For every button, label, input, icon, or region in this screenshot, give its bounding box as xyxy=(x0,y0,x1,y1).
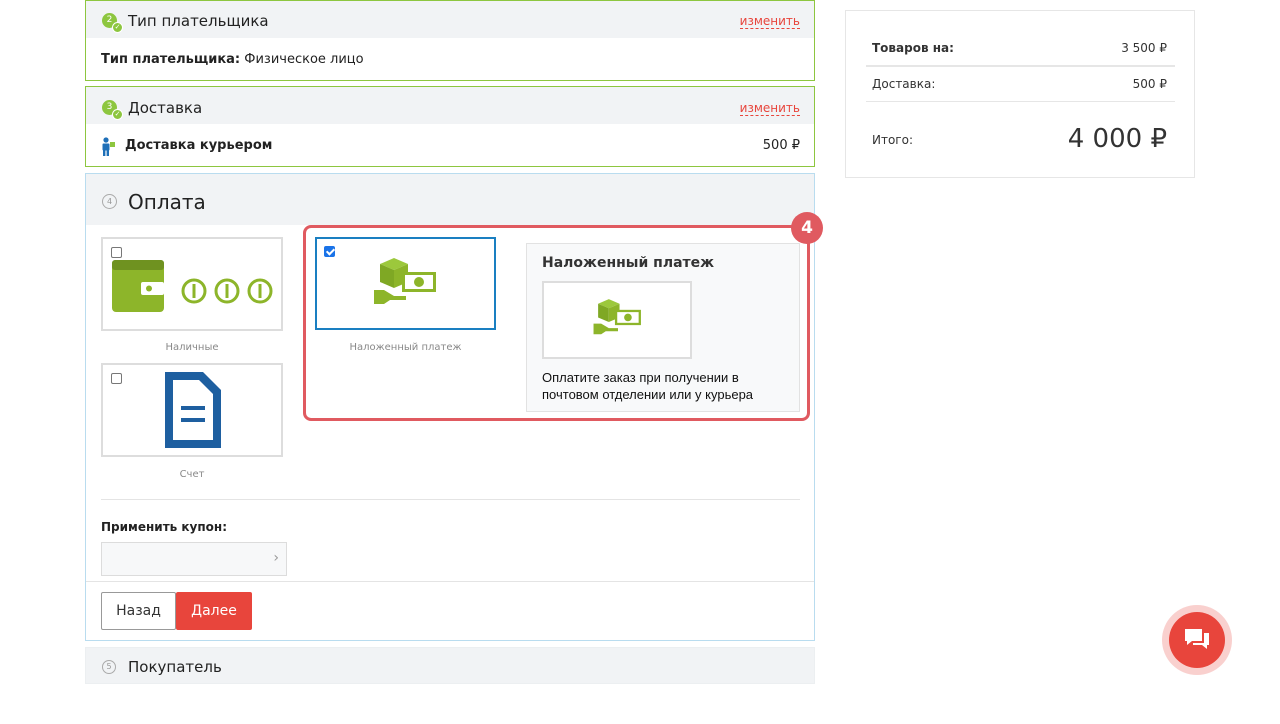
step-number-badge: 4 xyxy=(102,194,117,209)
step-done-check-icon: ✓ xyxy=(112,109,123,120)
step-payer-type: 2 ✓ Тип плательщика изменить Тип платель… xyxy=(85,0,815,81)
step-delivery-header: 3 ✓ Доставка изменить xyxy=(86,87,814,124)
payment-invoice-label: Счет xyxy=(179,469,205,480)
summary-delivery-row: Доставка: 500 ₽ xyxy=(866,77,1175,91)
summary-items-label: Товаров на: xyxy=(872,41,954,55)
highlight-step-badge: 4 xyxy=(791,212,823,244)
payment-option-cash[interactable] xyxy=(101,237,283,331)
change-delivery-link[interactable]: изменить xyxy=(739,101,800,116)
payment-invoice-checkbox[interactable] xyxy=(111,373,122,384)
divider xyxy=(101,499,800,500)
step-payer-header: 2 ✓ Тип плательщика изменить xyxy=(86,1,814,38)
payment-option-invoice[interactable] xyxy=(101,363,283,457)
summary-total-row: Итого: 4 000 ₽ xyxy=(866,124,1175,158)
payment-cash-label: Наличные xyxy=(165,342,219,353)
chat-bubble-icon xyxy=(1185,629,1209,649)
summary-items-value: 3 500 ₽ xyxy=(1121,41,1167,55)
delivery-price: 500 ₽ xyxy=(762,138,800,153)
chat-button-inner[interactable] xyxy=(1169,612,1225,668)
coupon-input[interactable]: › xyxy=(101,542,287,576)
payment-cod-label: Наложенный платеж xyxy=(349,342,462,353)
divider xyxy=(866,101,1175,102)
step-payer-title: Тип плательщика xyxy=(128,12,269,30)
step-payment-header: 4 Оплата xyxy=(86,174,814,225)
payment-detail-description-2: почтовом отделении или у курьера xyxy=(542,387,754,402)
payment-cod-checkbox[interactable] xyxy=(324,246,335,257)
step-delivery: 3 ✓ Доставка изменить Доставка курьером … xyxy=(85,86,815,167)
courier-icon xyxy=(102,137,115,156)
divider xyxy=(866,65,1175,67)
divider xyxy=(86,581,814,582)
payer-type-text: Физическое лицо xyxy=(244,52,364,67)
next-button[interactable]: Далее xyxy=(176,592,252,630)
summary-total-label: Итого: xyxy=(872,133,913,147)
invoice-document-icon xyxy=(165,372,221,448)
payer-type-label: Тип плательщика: xyxy=(101,52,241,67)
coupon-label: Применить купон: xyxy=(101,520,227,534)
summary-delivery-value: 500 ₽ xyxy=(1132,77,1167,91)
cash-on-delivery-icon xyxy=(374,258,436,304)
summary-total-value: 4 000 ₽ xyxy=(1067,124,1167,154)
wallet-coins-icon xyxy=(112,260,273,312)
step-payment: 4 Оплата Наличные Счет 4 Наложенный плат… xyxy=(85,173,823,641)
step-buyer-title: Покупатель xyxy=(128,658,222,676)
payment-option-cod[interactable] xyxy=(315,237,496,330)
payer-type-value: Тип плательщика: Физическое лицо xyxy=(101,52,364,67)
payment-detail-image xyxy=(542,281,692,359)
step-done-check-icon: ✓ xyxy=(112,22,123,33)
step-delivery-title: Доставка xyxy=(128,99,203,117)
step-buyer: 5 Покупатель xyxy=(85,647,815,684)
chevron-right-icon[interactable]: › xyxy=(273,550,279,566)
payment-detail-panel: Наложенный платеж Оплатите заказ при пол… xyxy=(526,243,800,412)
summary-items-row: Товаров на: 3 500 ₽ xyxy=(866,41,1175,55)
step-payment-title: Оплата xyxy=(128,190,206,214)
back-button[interactable]: Назад xyxy=(101,592,176,630)
payment-detail-description-1: Оплатите заказ при получении в xyxy=(542,370,739,385)
step-number-badge: 5 xyxy=(102,660,116,674)
summary-delivery-label: Доставка: xyxy=(872,77,936,91)
payment-detail-title: Наложенный платеж xyxy=(542,255,715,271)
cash-on-delivery-icon xyxy=(593,299,641,335)
chat-widget-button[interactable] xyxy=(1162,605,1232,675)
delivery-method: Доставка курьером xyxy=(125,138,273,153)
order-summary: Товаров на: 3 500 ₽ Доставка: 500 ₽ Итог… xyxy=(845,10,1195,178)
change-payer-link[interactable]: изменить xyxy=(739,14,800,29)
